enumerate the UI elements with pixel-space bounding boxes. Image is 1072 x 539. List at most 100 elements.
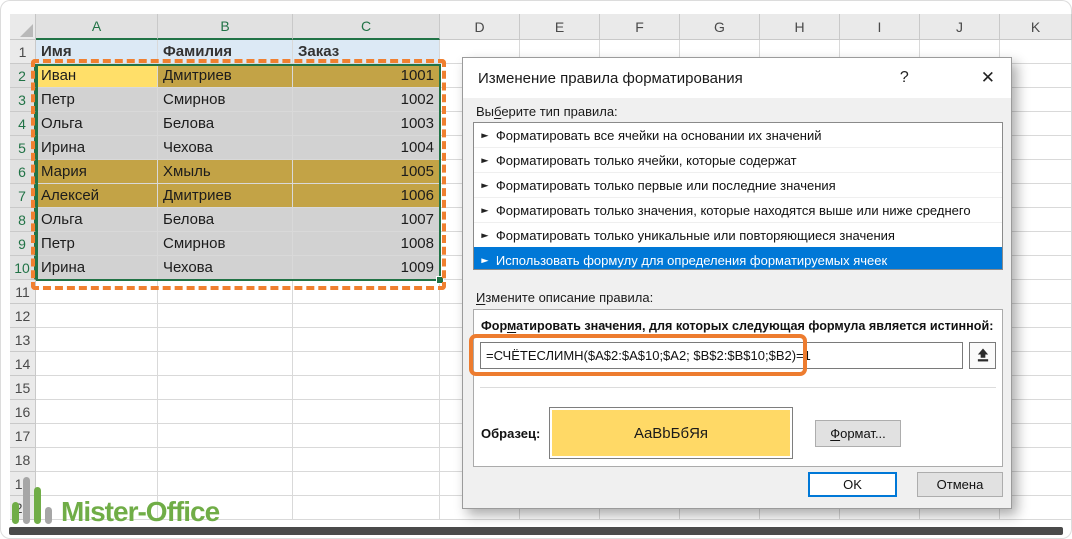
rule-type-option-1[interactable]: ►Форматировать все ячейки на основании и… — [474, 123, 1002, 147]
cell-C18[interactable] — [293, 448, 440, 472]
cell-A9[interactable]: Петр — [36, 232, 158, 256]
cell-A6[interactable]: Мария — [36, 160, 158, 184]
cell-A5[interactable]: Ирина — [36, 136, 158, 160]
cell-A16[interactable] — [36, 400, 158, 424]
row-header-5[interactable]: 5 — [10, 136, 36, 160]
cell-B4[interactable]: Белова — [158, 112, 293, 136]
cell-B1[interactable]: Фамилия — [158, 40, 293, 64]
cell-C1[interactable]: Заказ — [293, 40, 440, 64]
column-header-E[interactable]: E — [520, 14, 600, 40]
cell-B10[interactable]: Чехова — [158, 256, 293, 280]
row-header-13[interactable]: 13 — [10, 328, 36, 352]
cell-A7[interactable]: Алексей — [36, 184, 158, 208]
row-header-17[interactable]: 17 — [10, 424, 36, 448]
row-header-11[interactable]: 11 — [10, 280, 36, 304]
row-header-6[interactable]: 6 — [10, 160, 36, 184]
cell-B17[interactable] — [158, 424, 293, 448]
cell-B18[interactable] — [158, 448, 293, 472]
cell-B8[interactable]: Белова — [158, 208, 293, 232]
row-header-7[interactable]: 7 — [10, 184, 36, 208]
rule-type-option-4[interactable]: ►Форматировать только значения, которые … — [474, 197, 1002, 222]
rule-type-option-3[interactable]: ►Форматировать только первые или последн… — [474, 172, 1002, 197]
cell-C10[interactable]: 1009 — [293, 256, 440, 280]
column-header-C[interactable]: C — [293, 14, 440, 40]
cell-C4[interactable]: 1003 — [293, 112, 440, 136]
row-header-1[interactable]: 1 — [10, 40, 36, 64]
cell-B14[interactable] — [158, 352, 293, 376]
cell-C20[interactable] — [293, 496, 440, 520]
cell-B16[interactable] — [158, 400, 293, 424]
cell-C3[interactable]: 1002 — [293, 88, 440, 112]
column-header-J[interactable]: J — [920, 14, 1000, 40]
column-header-B[interactable]: B — [158, 14, 293, 40]
cell-A2[interactable]: Иван — [36, 64, 158, 88]
rule-type-option-2[interactable]: ►Форматировать только ячейки, которые со… — [474, 147, 1002, 172]
rule-type-option-5[interactable]: ►Форматировать только уникальные или пов… — [474, 222, 1002, 247]
cell-B5[interactable]: Чехова — [158, 136, 293, 160]
row-header-12[interactable]: 12 — [10, 304, 36, 328]
column-header-H[interactable]: H — [760, 14, 840, 40]
cell-B15[interactable] — [158, 376, 293, 400]
cell-C19[interactable] — [293, 472, 440, 496]
column-header-I[interactable]: I — [840, 14, 920, 40]
cell-A10[interactable]: Ирина — [36, 256, 158, 280]
cell-A15[interactable] — [36, 376, 158, 400]
cell-A17[interactable] — [36, 424, 158, 448]
cell-C12[interactable] — [293, 304, 440, 328]
row-header-16[interactable]: 16 — [10, 400, 36, 424]
help-icon[interactable]: ? — [900, 69, 909, 87]
formula-input[interactable] — [480, 342, 963, 369]
cell-A3[interactable]: Петр — [36, 88, 158, 112]
cell-B13[interactable] — [158, 328, 293, 352]
close-icon[interactable]: ✕ — [981, 68, 995, 88]
cell-A12[interactable] — [36, 304, 158, 328]
row-header-3[interactable]: 3 — [10, 88, 36, 112]
format-button[interactable]: Формат... — [815, 420, 901, 447]
column-header-D[interactable]: D — [440, 14, 520, 40]
cell-C16[interactable] — [293, 400, 440, 424]
cell-A8[interactable]: Ольга — [36, 208, 158, 232]
cell-C11[interactable] — [293, 280, 440, 304]
cell-B7[interactable]: Дмитриев — [158, 184, 293, 208]
cell-A18[interactable] — [36, 448, 158, 472]
column-header-G[interactable]: G — [680, 14, 760, 40]
row-header-9[interactable]: 9 — [10, 232, 36, 256]
cell-A13[interactable] — [36, 328, 158, 352]
cell-B6[interactable]: Хмыль — [158, 160, 293, 184]
cell-C5[interactable]: 1004 — [293, 136, 440, 160]
cell-A4[interactable]: Ольга — [36, 112, 158, 136]
row-header-10[interactable]: 10 — [10, 256, 36, 280]
cell-C6[interactable]: 1005 — [293, 160, 440, 184]
cell-A11[interactable] — [36, 280, 158, 304]
cell-C2[interactable]: 1001 — [293, 64, 440, 88]
cell-B9[interactable]: Смирнов — [158, 232, 293, 256]
row-header-2[interactable]: 2 — [10, 64, 36, 88]
row-header-15[interactable]: 15 — [10, 376, 36, 400]
row-header-4[interactable]: 4 — [10, 112, 36, 136]
cell-B11[interactable] — [158, 280, 293, 304]
column-header-K[interactable]: K — [1000, 14, 1072, 40]
cell-A14[interactable] — [36, 352, 158, 376]
rule-type-option-6-selected[interactable]: ►Использовать формулу для определения фо… — [474, 247, 1002, 270]
cell-C17[interactable] — [293, 424, 440, 448]
row-header-8[interactable]: 8 — [10, 208, 36, 232]
cell-B3[interactable]: Смирнов — [158, 88, 293, 112]
cell-B2[interactable]: Дмитриев — [158, 64, 293, 88]
cell-A1[interactable]: Имя — [36, 40, 158, 64]
cell-C9[interactable]: 1008 — [293, 232, 440, 256]
select-all-corner[interactable] — [10, 14, 36, 40]
cell-C15[interactable] — [293, 376, 440, 400]
cell-C13[interactable] — [293, 328, 440, 352]
cell-B12[interactable] — [158, 304, 293, 328]
row-header-18[interactable]: 18 — [10, 448, 36, 472]
selection-fill-handle[interactable] — [436, 276, 444, 284]
ok-button[interactable]: OK — [808, 472, 897, 497]
cell-C8[interactable]: 1007 — [293, 208, 440, 232]
cell-C7[interactable]: 1006 — [293, 184, 440, 208]
row-header-14[interactable]: 14 — [10, 352, 36, 376]
collapse-dialog-button[interactable] — [969, 342, 996, 369]
column-header-F[interactable]: F — [600, 14, 680, 40]
cancel-button[interactable]: Отмена — [917, 472, 1003, 497]
cell-C14[interactable] — [293, 352, 440, 376]
column-header-A[interactable]: A — [36, 14, 158, 40]
